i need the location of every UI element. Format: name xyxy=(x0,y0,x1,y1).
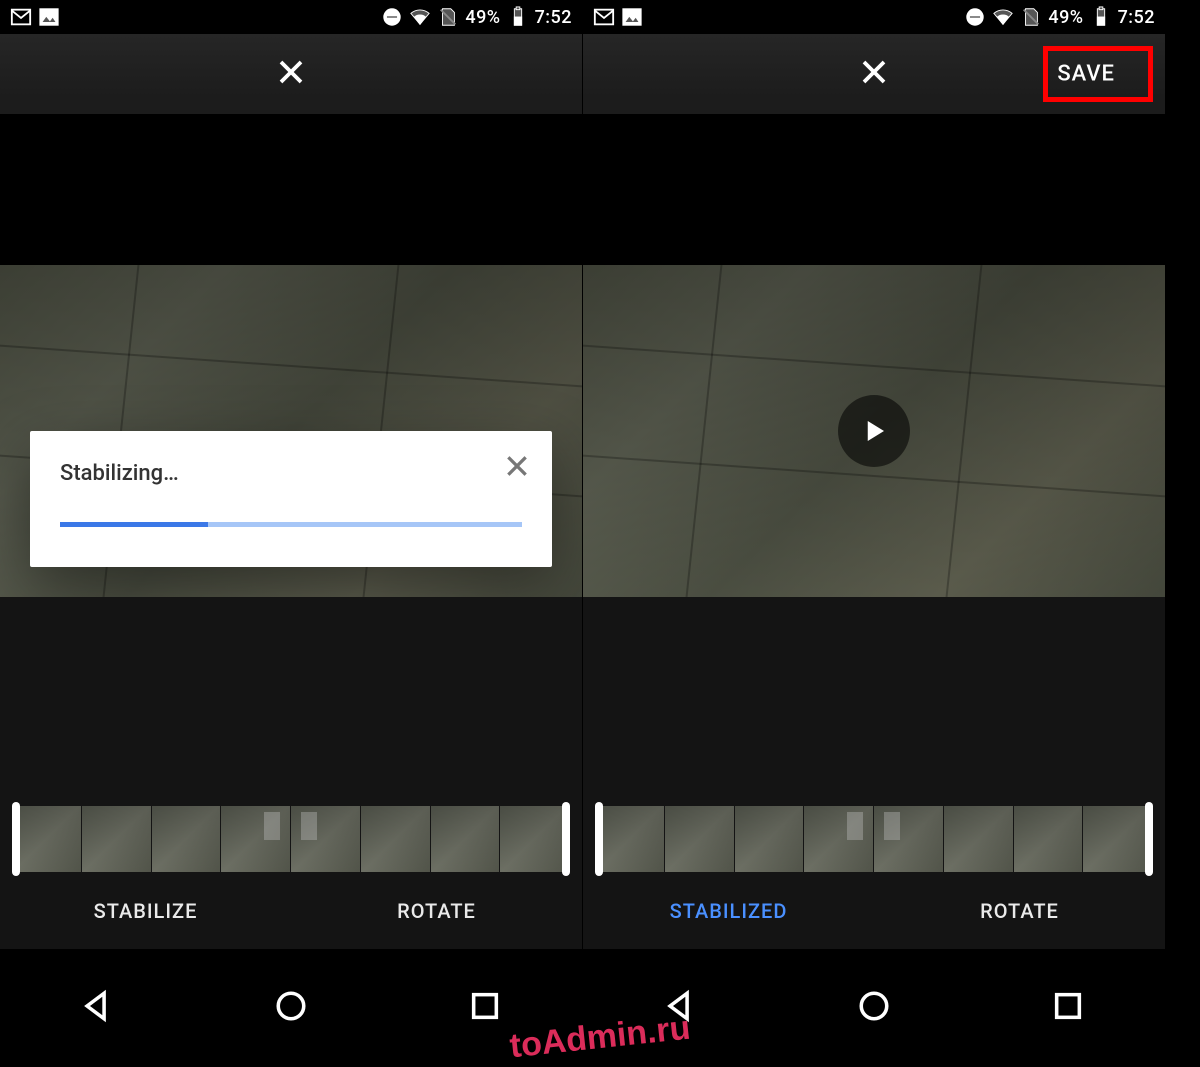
close-button[interactable] xyxy=(859,57,889,91)
app-bar xyxy=(0,34,582,114)
battery-percent: 49% xyxy=(1048,7,1083,28)
no-sim-icon xyxy=(1020,6,1042,28)
timeline-thumb[interactable] xyxy=(431,806,500,872)
trim-handle-right[interactable] xyxy=(562,802,570,876)
gmail-icon xyxy=(10,6,32,28)
clock: 7:52 xyxy=(1118,7,1155,28)
wifi-icon xyxy=(992,6,1014,28)
app-bar: SAVE xyxy=(583,34,1165,114)
wifi-icon xyxy=(409,6,431,28)
android-navbar xyxy=(583,949,1165,1067)
nav-home-icon[interactable] xyxy=(857,989,891,1027)
progress-fill xyxy=(60,522,208,527)
timeline-thumb[interactable] xyxy=(804,806,873,872)
timeline-thumb[interactable] xyxy=(1014,806,1083,872)
dialog-close-button[interactable] xyxy=(504,453,530,483)
video-preview[interactable]: Stabilizing… xyxy=(0,265,582,597)
stabilizing-dialog: Stabilizing… xyxy=(30,431,552,567)
clock: 7:52 xyxy=(535,7,572,28)
video-preview[interactable] xyxy=(583,265,1165,597)
nav-back-icon[interactable] xyxy=(663,989,697,1027)
nav-home-icon[interactable] xyxy=(274,989,308,1027)
timeline-thumb[interactable] xyxy=(665,806,734,872)
trim-handle-left[interactable] xyxy=(12,802,20,876)
stabilize-button[interactable]: STABILIZE xyxy=(0,880,291,942)
stabilized-label[interactable]: STABILIZED xyxy=(583,880,874,942)
timeline-thumb[interactable] xyxy=(221,806,290,872)
photo-icon xyxy=(621,6,643,28)
dialog-title: Stabilizing… xyxy=(60,461,522,486)
dnd-icon xyxy=(964,6,986,28)
photo-icon xyxy=(38,6,60,28)
battery-icon xyxy=(507,6,529,28)
timeline-thumb[interactable] xyxy=(361,806,430,872)
battery-percent: 49% xyxy=(465,7,500,28)
timeline-thumb[interactable] xyxy=(82,806,151,872)
timeline-thumb[interactable] xyxy=(152,806,221,872)
no-sim-icon xyxy=(437,6,459,28)
timeline-thumb[interactable] xyxy=(595,806,664,872)
status-bar: 49% 7:52 xyxy=(583,0,1165,34)
battery-icon xyxy=(1090,6,1112,28)
timeline[interactable] xyxy=(595,806,1153,872)
trim-handle-left[interactable] xyxy=(595,802,603,876)
screenshot-left: 49% 7:52 Stabilizing… xyxy=(0,0,582,1067)
timeline-thumb[interactable] xyxy=(12,806,81,872)
timeline[interactable] xyxy=(12,806,570,872)
screenshot-right: 49% 7:52 SAVE STABILI xyxy=(583,0,1165,1067)
rotate-button[interactable]: ROTATE xyxy=(874,880,1165,942)
android-navbar xyxy=(0,949,582,1067)
rotate-button[interactable]: ROTATE xyxy=(291,880,582,942)
timeline-thumb[interactable] xyxy=(500,806,569,872)
timeline-thumb[interactable] xyxy=(291,806,360,872)
nav-recent-icon[interactable] xyxy=(468,989,502,1027)
progress-bar xyxy=(60,522,522,527)
timeline-thumb[interactable] xyxy=(944,806,1013,872)
trim-handle-right[interactable] xyxy=(1145,802,1153,876)
close-button[interactable] xyxy=(276,57,306,91)
gmail-icon xyxy=(593,6,615,28)
nav-recent-icon[interactable] xyxy=(1051,989,1085,1027)
bottom-bar: STABILIZE ROTATE xyxy=(0,880,582,942)
status-bar: 49% 7:52 xyxy=(0,0,582,34)
timeline-thumb[interactable] xyxy=(874,806,943,872)
play-button[interactable] xyxy=(838,395,910,467)
bottom-bar: STABILIZED ROTATE xyxy=(583,880,1165,942)
nav-back-icon[interactable] xyxy=(80,989,114,1027)
timeline-thumb[interactable] xyxy=(735,806,804,872)
annotation-highlight xyxy=(1043,46,1153,102)
timeline-thumb[interactable] xyxy=(1083,806,1152,872)
dnd-icon xyxy=(381,6,403,28)
